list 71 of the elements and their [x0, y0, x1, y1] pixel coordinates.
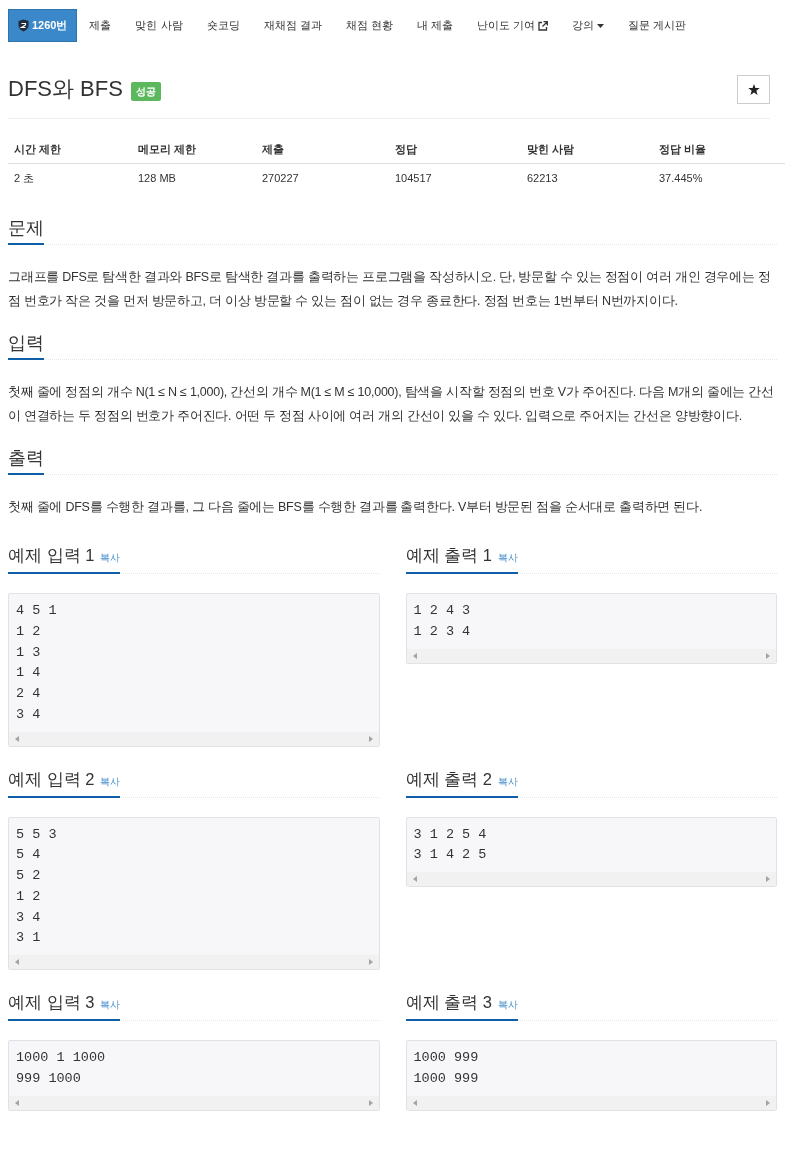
section-paragraph: 그래프를 DFS로 탐색한 결과와 BFS로 탐색한 결과를 출력하는 프로그램을 작성하시오. 단, 방문할 수 있는 정점이 여러 개인 경우에는 정점 번호가 작은 것을 먼저 방문하고, 더 이상 방문할 수 있는 점이 없는 경우 종료한다. 정점 번호는 1번부터 N번까지이다. — [8, 269, 772, 310]
copy-link[interactable]: 복사 — [497, 773, 518, 789]
problem-title: DFS와 BFS — [8, 75, 123, 103]
nav-tab[interactable]: 난이도 기여 — [464, 9, 560, 42]
star-icon — [747, 83, 760, 95]
nav-tab[interactable]: 재채점 결과 — [251, 9, 334, 42]
copy-link[interactable]: 복사 — [497, 550, 518, 565]
external-link-icon — [537, 20, 548, 31]
sample-input-code: 1000 1 1000 999 1000 — [15, 1049, 107, 1088]
section-heading: 문제 — [8, 213, 44, 245]
column-header: 맞힌 사람 — [521, 135, 653, 163]
section-heading: 입력 — [8, 328, 44, 360]
table-cell: 128 MB — [132, 163, 256, 193]
section-heading: 출력 — [8, 443, 44, 475]
copy-link[interactable]: 복사 — [497, 997, 518, 1012]
horizontal-scrollbar[interactable] — [9, 955, 379, 969]
nav-tab[interactable]: 제출 — [77, 9, 124, 42]
status-badge: 성공 — [130, 81, 161, 101]
nav-tab[interactable]: 맞힌 사람 — [123, 9, 195, 42]
column-header: 제출 — [256, 135, 389, 163]
nav-tab[interactable]: 질문 게시판 — [615, 9, 698, 42]
copy-link[interactable]: 복사 — [100, 773, 121, 789]
table-cell: 270227 — [256, 163, 389, 193]
horizontal-scrollbar[interactable] — [406, 1095, 776, 1110]
column-header: 정답 비율 — [653, 135, 785, 163]
left-arrow-icon[interactable] — [15, 1099, 19, 1106]
sample-output-code: 3 1 2 5 4 3 1 4 2 5 — [412, 825, 488, 865]
right-arrow-icon[interactable] — [766, 1099, 770, 1106]
caret-icon — [596, 23, 604, 28]
sample-input-code: 4 5 1 1 2 1 3 1 4 2 4 3 4 — [15, 602, 58, 724]
nav-tab[interactable]: 내 제출 — [404, 9, 465, 42]
sample-title: 예제 입력 1 — [8, 545, 95, 566]
horizontal-scrollbar[interactable] — [9, 731, 379, 746]
copy-link[interactable]: 복사 — [100, 997, 121, 1012]
sample-output-code: 1000 999 1000 999 — [412, 1049, 480, 1088]
table-cell: 2 초 — [8, 163, 132, 193]
left-arrow-icon[interactable] — [412, 876, 417, 882]
section-paragraph: 첫째 줄에 정점의 개수 N(1 ≤ N ≤ 1,000), 간선의 개수 M(1 ≤ M ≤ 10,000), 탐색을 시작할 정점의 번호 V가 주어진다. 다음 M개의 줄에는 간선이 연결하는 두 정점의 번호가 주어진다. 어떤 두 정점 사이에 여러 개의 간선이 있을 수 있다. 입력으로 주어지는 간선은 양방향이다. — [8, 384, 775, 425]
right-arrow-icon[interactable] — [368, 1099, 373, 1106]
right-arrow-icon[interactable] — [368, 735, 373, 742]
column-header: 메모리 제한 — [132, 135, 256, 163]
table-cell: 62213 — [521, 163, 653, 193]
table-cell: 104517 — [389, 163, 521, 193]
nav-tab[interactable]: 숏코딩 — [194, 9, 252, 42]
table-cell: 37.445% — [653, 163, 785, 193]
horizontal-scrollbar[interactable] — [406, 872, 776, 886]
sample-title: 예제 입력 2 — [8, 768, 95, 790]
nav-tab[interactable]: 1260번 — [8, 9, 78, 42]
column-header: 정답 — [389, 135, 521, 163]
left-arrow-icon[interactable] — [15, 959, 19, 965]
horizontal-scrollbar[interactable] — [406, 648, 776, 663]
right-arrow-icon[interactable] — [766, 652, 770, 659]
column-header: 시간 제한 — [8, 135, 132, 163]
section-paragraph: 첫째 줄에 DFS를 수행한 결과를, 그 다음 줄에는 BFS를 수행한 결과를 출력한다. V부터 방문된 점을 순서대로 출력하면 된다. — [8, 499, 704, 516]
sample-title: 예제 출력 2 — [405, 768, 492, 790]
sample-title: 예제 입력 3 — [8, 992, 95, 1013]
nav-tab[interactable]: 강의 — [559, 9, 616, 42]
copy-link[interactable]: 복사 — [100, 550, 121, 565]
horizontal-scrollbar[interactable] — [9, 1095, 379, 1110]
right-arrow-icon[interactable] — [368, 959, 373, 965]
sample-input-code: 5 5 3 5 4 5 2 1 2 3 4 3 1 — [15, 825, 58, 948]
shield-icon — [18, 19, 29, 32]
left-arrow-icon[interactable] — [412, 1099, 417, 1106]
right-arrow-icon[interactable] — [766, 876, 770, 882]
left-arrow-icon[interactable] — [412, 652, 417, 659]
sample-title: 예제 출력 3 — [405, 992, 492, 1013]
star-button[interactable] — [737, 74, 770, 104]
sample-title: 예제 출력 1 — [405, 545, 492, 566]
sample-output-code: 1 2 4 3 1 2 3 4 — [412, 602, 472, 641]
nav-tab[interactable]: 채점 현황 — [333, 9, 405, 42]
left-arrow-icon[interactable] — [15, 735, 19, 742]
